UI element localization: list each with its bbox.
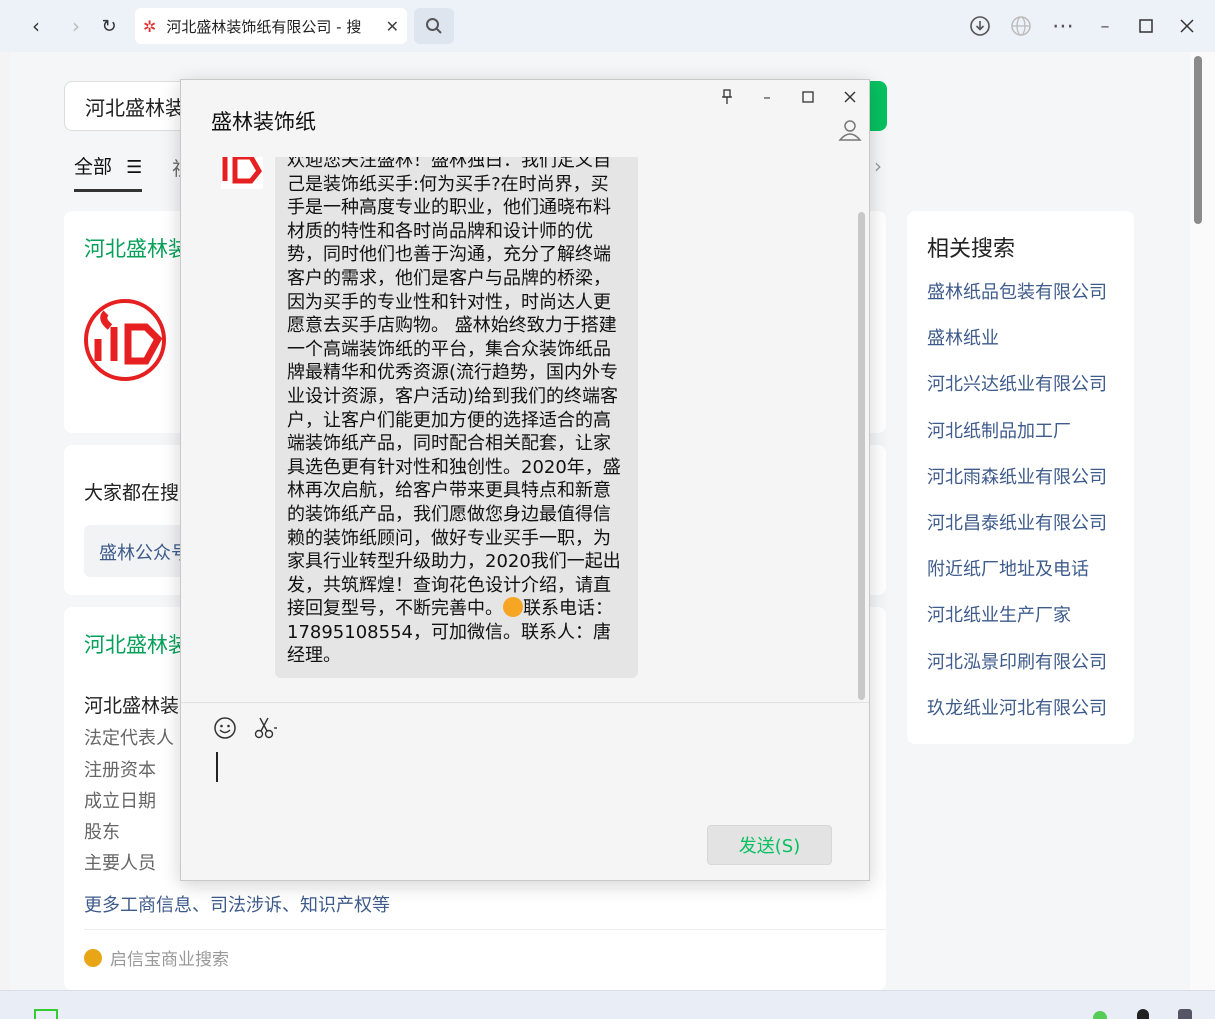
tab-all-label: 全部 (74, 156, 113, 178)
label-capital: 注册资本 (84, 760, 156, 781)
chevron-right-icon[interactable]: › (874, 154, 882, 178)
result-title[interactable]: 河北盛林装 (84, 233, 189, 263)
chat-maximize-icon[interactable] (797, 86, 819, 108)
input-divider (181, 702, 869, 703)
label-key-people: 主要人员 (84, 853, 156, 874)
chat-minimize-icon[interactable]: – (756, 86, 778, 108)
qq-tray-icon[interactable] (1137, 1009, 1149, 1019)
tab-search-button[interactable] (414, 8, 454, 44)
filter-icon[interactable]: ☰ (126, 157, 142, 178)
message-bubble: 欢迎您关注盛林！盛林独白：我们定义自己是装饰纸买手:何为买手?在时尚界，买手是一… (275, 157, 638, 679)
browser-toolbar: ‹ › ↻ ✲ 河北盛林装饰纸有限公司 - 搜 ✕ ⋯ – (0, 0, 1215, 52)
related-item[interactable]: 河北纸制品加工厂 (927, 420, 1114, 466)
related-item[interactable]: 河北纸业生产厂家 (927, 604, 1114, 650)
search-chip-label: 盛林公众号 (99, 543, 189, 564)
qixinbao-icon (84, 948, 102, 967)
people-search-heading: 大家都在搜 (84, 482, 180, 504)
app-icon[interactable] (34, 1009, 58, 1019)
related-item[interactable]: 河北兴达纸业有限公司 (927, 373, 1114, 419)
pin-icon[interactable] (716, 86, 738, 108)
related-heading: 相关搜索 (927, 237, 1016, 262)
search-chip[interactable]: 盛林公众号 (84, 525, 194, 577)
related-item[interactable]: 玖龙纸业河北有限公司 (927, 697, 1114, 743)
related-item[interactable]: 盛林纸品包装有限公司 (927, 281, 1114, 327)
chat-close-icon[interactable] (839, 86, 861, 108)
page-scrollbar-thumb[interactable] (1194, 56, 1202, 224)
emoji-picker-icon[interactable] (213, 716, 237, 746)
filter-tabs: 全部 ☰ (74, 152, 143, 192)
tab-title: 河北盛林装饰纸有限公司 - 搜 (166, 17, 362, 36)
maximize-window-icon[interactable] (1134, 14, 1158, 38)
chat-title: 盛林装饰纸 (211, 110, 316, 134)
back-icon[interactable]: ‹ (22, 12, 50, 40)
company-name: 河北盛林装 (84, 695, 180, 717)
message-area[interactable]: 欢迎您关注盛林！盛林独白：我们定义自己是装饰纸买手:何为买手?在时尚界，买手是一… (181, 157, 869, 702)
download-icon[interactable] (968, 14, 992, 38)
close-window-icon[interactable] (1175, 14, 1199, 38)
wechat-tray-icon[interactable] (1093, 1011, 1107, 1019)
related-item[interactable]: 附近纸厂地址及电话 (927, 558, 1114, 604)
label-shareholders: 股东 (84, 822, 120, 843)
chat-window: 盛林装饰纸 – 欢迎您关注盛林！盛林独白：我们定义自己是装饰纸买手:何为买手?在… (180, 79, 870, 881)
chat-scrollbar[interactable] (858, 212, 865, 700)
favicon-icon: ✲ (143, 16, 157, 36)
related-searches: 相关搜索 盛林纸品包装有限公司 盛林纸业 河北兴达纸业有限公司 河北纸制品加工厂… (907, 211, 1134, 744)
sender-avatar[interactable] (221, 157, 263, 189)
source-row: 启信宝商业搜索 (84, 945, 229, 970)
label-founded: 成立日期 (84, 791, 156, 812)
taskbar (0, 990, 1215, 1019)
related-item[interactable]: 河北昌泰纸业有限公司 (927, 512, 1114, 558)
send-label: 发送(S) (738, 836, 801, 857)
related-item[interactable]: 盛林纸业 (927, 327, 1114, 373)
emoji-icon (503, 597, 523, 618)
label-legal-rep: 法定代表人 (84, 728, 174, 749)
message-contact: 17895108554，可加微信。联系人：唐经理。 (287, 621, 611, 667)
message-text: 欢迎您关注盛林！盛林独白：我们定义自己是装饰纸买手:何为买手?在时尚界，买手是一… (287, 157, 621, 620)
reload-icon[interactable]: ↻ (95, 12, 123, 40)
globe-icon[interactable] (1009, 14, 1033, 38)
related-item[interactable]: 河北泓景印刷有限公司 (927, 651, 1114, 697)
browser-tab[interactable]: ✲ 河北盛林装饰纸有限公司 - 搜 ✕ (135, 8, 407, 44)
message-contact-label: 联系电话： (523, 598, 613, 620)
more-icon[interactable]: ⋯ (1051, 14, 1075, 39)
forward-icon[interactable]: › (62, 12, 90, 40)
tab-close-icon[interactable]: ✕ (386, 17, 399, 36)
more-info-link[interactable]: 更多工商信息、司法涉诉、知识产权等 (84, 891, 390, 917)
screenshot-scissors-icon[interactable] (253, 716, 279, 746)
message-input-caret[interactable] (216, 752, 218, 782)
company-title[interactable]: 河北盛林装 (84, 629, 189, 659)
divider (84, 929, 886, 930)
profile-icon[interactable] (838, 118, 862, 147)
minimize-window-icon[interactable]: – (1093, 14, 1117, 38)
tab-all[interactable]: 全部 ☰ (74, 152, 143, 192)
source-label[interactable]: 启信宝商业搜索 (110, 945, 229, 970)
search-query: 河北盛林装 (85, 95, 185, 120)
tray-app-icon[interactable] (1178, 1009, 1192, 1019)
company-logo (84, 299, 166, 381)
search-icon (426, 18, 442, 34)
related-item[interactable]: 河北雨森纸业有限公司 (927, 466, 1114, 512)
send-button[interactable]: 发送(S) (707, 825, 832, 865)
